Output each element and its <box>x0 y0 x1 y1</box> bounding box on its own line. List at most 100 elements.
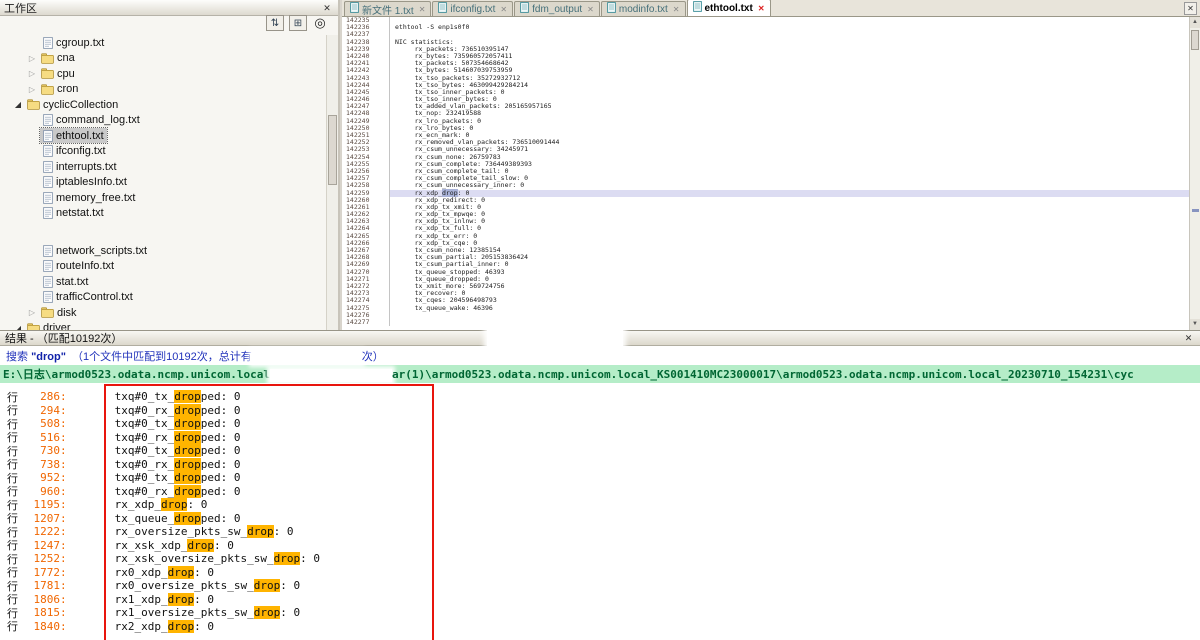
document-tab[interactable]: modinfo.txt ✕ <box>601 1 686 16</box>
result-row[interactable]: 行 1195 : rx_xdp_drop: 0 <box>0 498 1200 512</box>
close-icon[interactable]: ✕ <box>320 2 334 14</box>
tree-item[interactable]: ▷ ◢ cna <box>0 51 326 67</box>
tree-item[interactable]: ▷ ◢ driver <box>0 321 326 331</box>
result-row[interactable]: 行 1781 : rx0_oversize_pkts_sw_drop: 0 <box>0 579 1200 593</box>
editor-line[interactable]: 142275 tx_queue_wake: 46396 <box>342 305 1189 312</box>
result-row[interactable]: 行 1222 : rx_oversize_pkts_sw_drop: 0 <box>0 525 1200 539</box>
match-highlight: drop <box>174 512 201 525</box>
editor-line-text: rx_csum_complete: 736449389393 <box>390 161 1189 168</box>
result-row[interactable]: 行 1207 : tx_queue_dropped: 0 <box>0 512 1200 526</box>
tree-item-label: command_log.txt <box>56 114 140 126</box>
editor-scrollbar[interactable]: ▲ ▼ <box>1189 17 1200 330</box>
tree-item[interactable]: ▷ ◢ cgroup.txt <box>0 35 326 51</box>
result-prefix: rx1_oversize_pkts_sw_ <box>115 606 254 619</box>
editor-scrollbar-thumb[interactable] <box>1191 30 1199 50</box>
result-text: txq#0_tx_dropped: 0 <box>67 471 241 484</box>
editor-line[interactable]: 142272 tx_xmit_more: 569724756 <box>342 283 1189 290</box>
tree-item[interactable]: ▷ ◢ <box>0 221 326 243</box>
result-file-path[interactable]: E:\日志\armod0523.odata.ncmp.unicom.locala… <box>0 365 1200 383</box>
tree-item[interactable]: ▷ ◢ iptablesInfo.txt <box>0 175 326 191</box>
editor-line[interactable]: 142237 <box>342 31 1189 38</box>
result-row[interactable]: 行 1247 : rx_xsk_xdp_drop: 0 <box>0 539 1200 553</box>
tree-item[interactable]: ▷ ◢ network_scripts.txt <box>0 243 326 259</box>
close-icon[interactable]: ✕ <box>1182 332 1195 344</box>
expand-arrow-icon[interactable]: ▷ ◢ <box>26 308 38 317</box>
file-icon <box>43 291 53 303</box>
expand-arrow-icon[interactable]: ▷ ◢ <box>26 85 38 94</box>
result-suffix: ped: 0 <box>201 512 241 525</box>
editor-line-text: tx_queue_wake: 46396 <box>390 305 1189 312</box>
close-icon[interactable]: ✕ <box>673 5 680 14</box>
tree-item-label: routeInfo.txt <box>56 260 114 272</box>
collapsed-arrow-glyph: ▷ <box>29 54 35 63</box>
collapsed-arrow-glyph: ▷ <box>29 69 35 78</box>
tree-item-label: memory_free.txt <box>56 192 135 204</box>
tree-item-content: cgroup.txt <box>40 35 107 50</box>
result-prefix: txq#0_tx_ <box>115 390 175 403</box>
editor-line-text: rx_lro_bytes: 0 <box>390 125 1189 132</box>
result-row[interactable]: 行 1252 : rx_xsk_oversize_pkts_sw_drop: 0 <box>0 552 1200 566</box>
editor-line[interactable]: 142276 <box>342 312 1189 319</box>
result-prefix: txq#0_tx_ <box>115 471 175 484</box>
path-end: ar(1)\armod0523.odata.ncmp.unicom.local_… <box>392 368 1134 381</box>
result-row[interactable]: 行 1815 : rx1_oversize_pkts_sw_drop: 0 <box>0 606 1200 620</box>
tree-item[interactable]: ▷ ◢ cyclicCollection <box>0 97 326 113</box>
tree-scrollbar[interactable] <box>326 35 338 330</box>
result-text: rx2_xdp_drop: 0 <box>67 620 214 633</box>
close-icon[interactable]: ✕ <box>587 5 594 14</box>
tree-item[interactable]: ▷ ◢ trafficControl.txt <box>0 290 326 306</box>
document-tab[interactable]: ifconfig.txt ✕ <box>432 1 513 16</box>
result-row[interactable]: 行 738 : txq#0_rx_dropped: 0 <box>0 458 1200 472</box>
tree-item[interactable]: ▷ ◢ disk <box>0 305 326 321</box>
scroll-down-icon[interactable]: ▼ <box>1190 319 1200 330</box>
expand-arrow-icon[interactable]: ▷ ◢ <box>12 100 24 109</box>
result-row[interactable]: 行 1772 : rx0_xdp_drop: 0 <box>0 566 1200 580</box>
text-editor[interactable]: 142235 142236 ethtool -S enp1s0f0 142237… <box>342 17 1189 330</box>
result-row[interactable]: 行 286 : txq#0_tx_dropped: 0 <box>0 390 1200 404</box>
tree-item-label: iptablesInfo.txt <box>56 176 127 188</box>
editor-line[interactable]: 142277 <box>342 319 1189 326</box>
close-icon[interactable]: ✕ <box>500 5 507 14</box>
tree-item[interactable]: ▷ ◢ stat.txt <box>0 274 326 290</box>
result-prefix: tx_queue_ <box>115 512 175 525</box>
tree-item[interactable]: ▷ ◢ memory_free.txt <box>0 190 326 206</box>
result-text: rx0_oversize_pkts_sw_drop: 0 <box>67 579 300 592</box>
editor-line-text: tx_csum_partial_inner: 0 <box>390 261 1189 268</box>
tree-item[interactable]: ▷ ◢ command_log.txt <box>0 113 326 129</box>
result-text: txq#0_rx_dropped: 0 <box>67 485 241 498</box>
document-tab[interactable]: fdm_output ✕ <box>514 1 600 16</box>
tree-scrollbar-thumb[interactable] <box>328 115 337 185</box>
tree-item[interactable]: ▷ ◢ ethtool.txt <box>0 128 326 144</box>
sync-icon[interactable]: ⇅ <box>266 15 284 31</box>
tree-item[interactable]: ▷ ◢ cron <box>0 82 326 98</box>
result-row[interactable]: 行 952 : txq#0_tx_dropped: 0 <box>0 471 1200 485</box>
document-tab[interactable]: ethtool.txt ✕ <box>687 0 771 16</box>
result-row[interactable]: 行 294 : txq#0_rx_dropped: 0 <box>0 404 1200 418</box>
locate-file-icon[interactable]: ◎ <box>312 15 328 31</box>
result-row[interactable]: 行 1840 : rx2_xdp_drop: 0 <box>0 620 1200 634</box>
result-row[interactable]: 行 516 : txq#0_rx_dropped: 0 <box>0 431 1200 445</box>
workspace-tree: ▷ ◢ cgroup.txt <box>0 35 326 330</box>
scroll-up-icon[interactable]: ▲ <box>1190 17 1200 28</box>
close-icon[interactable]: ✕ <box>758 4 765 13</box>
close-icon[interactable]: ✕ <box>419 5 426 14</box>
tree-item-content: cna <box>38 51 78 66</box>
tree-item-content: network_scripts.txt <box>40 243 150 258</box>
result-row[interactable]: 行 1806 : rx1_xdp_drop: 0 <box>0 593 1200 607</box>
close-icon[interactable]: ✕ <box>1184 2 1197 15</box>
editor-line[interactable]: 142236 ethtool -S enp1s0f0 <box>342 24 1189 31</box>
tree-item[interactable]: ▷ ◢ interrupts.txt <box>0 159 326 175</box>
result-row[interactable]: 行 508 : txq#0_tx_dropped: 0 <box>0 417 1200 431</box>
document-tab[interactable]: 新文件 1.txt ✕ <box>344 1 431 16</box>
tree-item[interactable]: ▷ ◢ netstat.txt <box>0 206 326 222</box>
line-number-separator: : <box>60 593 67 606</box>
result-row[interactable]: 行 730 : txq#0_tx_dropped: 0 <box>0 444 1200 458</box>
collapse-all-icon[interactable]: ⊞ <box>289 15 307 31</box>
tree-item[interactable]: ▷ ◢ ifconfig.txt <box>0 144 326 160</box>
tree-item[interactable]: ▷ ◢ cpu <box>0 66 326 82</box>
expand-arrow-icon[interactable]: ▷ ◢ <box>26 69 38 78</box>
tree-item[interactable]: ▷ ◢ routeInfo.txt <box>0 259 326 275</box>
expand-arrow-icon[interactable]: ▷ ◢ <box>26 54 38 63</box>
line-number-separator: : <box>60 458 67 471</box>
result-row[interactable]: 行 960 : txq#0_rx_dropped: 0 <box>0 485 1200 499</box>
